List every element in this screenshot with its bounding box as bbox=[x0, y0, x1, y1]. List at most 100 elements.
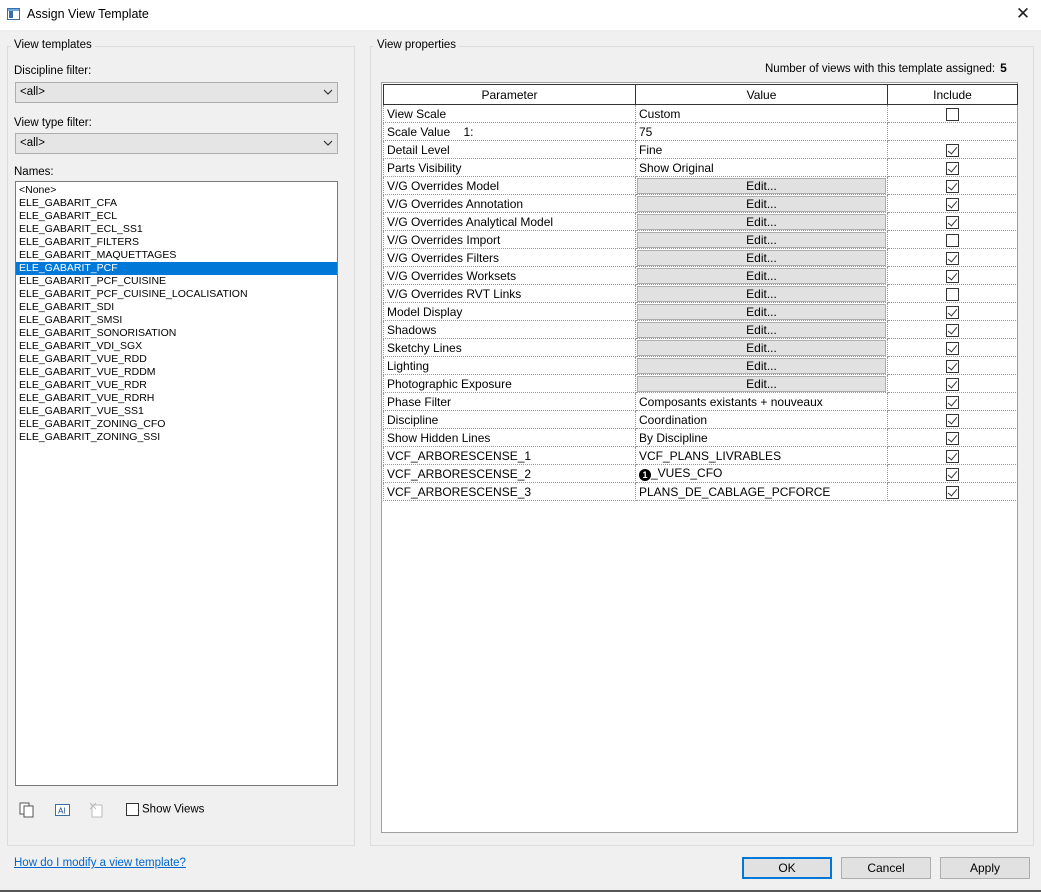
warning-badge-icon: 1 bbox=[639, 469, 651, 481]
value-cell[interactable]: Fine bbox=[635, 140, 888, 159]
value-text: _VUES_CFO bbox=[651, 466, 723, 480]
names-list-item[interactable]: ELE_GABARIT_VUE_RDD bbox=[16, 353, 337, 366]
edit-button[interactable]: Edit... bbox=[637, 357, 886, 374]
value-cell[interactable]: PLANS_DE_CABLAGE_PCFORCE bbox=[635, 482, 888, 501]
edit-button[interactable]: Edit... bbox=[637, 303, 886, 320]
names-list[interactable]: <None> ELE_GABARIT_CFA ELE_GABARIT_ECL ELE_… bbox=[15, 181, 338, 786]
duplicate-icon[interactable] bbox=[18, 801, 36, 819]
names-list-item[interactable]: ELE_GABARIT_FILTERS bbox=[16, 236, 337, 249]
include-cell bbox=[887, 176, 1018, 195]
view-properties-grid: Parameter Value Include View Scale Custom… bbox=[381, 82, 1018, 833]
include-cell bbox=[887, 158, 1018, 177]
include-checkbox[interactable] bbox=[946, 179, 959, 193]
parameter-cell: Shadows bbox=[383, 320, 636, 339]
edit-button[interactable]: Edit... bbox=[637, 339, 886, 356]
names-list-item[interactable]: ELE_GABARIT_ZONING_SSI bbox=[16, 431, 337, 444]
parameter-cell: V/G Overrides Model bbox=[383, 176, 636, 195]
value-cell[interactable]: Show Original bbox=[635, 158, 888, 177]
include-checkbox[interactable] bbox=[946, 143, 959, 157]
value-text: Custom bbox=[639, 106, 681, 121]
include-checkbox[interactable] bbox=[946, 323, 959, 337]
include-cell bbox=[887, 320, 1018, 339]
include-checkbox[interactable] bbox=[946, 467, 959, 481]
parameter-cell: View Scale bbox=[383, 104, 636, 123]
close-icon[interactable]: ✕ bbox=[1013, 4, 1033, 24]
value-cell[interactable]: Custom bbox=[635, 104, 888, 123]
table-row: V/G Overrides Import Edit... bbox=[383, 230, 1018, 249]
value-cell: Edit... bbox=[635, 266, 888, 285]
names-list-item[interactable]: ELE_GABARIT_SMSI bbox=[16, 314, 337, 327]
names-list-item[interactable]: ELE_GABARIT_VUE_SS1 bbox=[16, 405, 337, 418]
assigned-views-count-value: 5 bbox=[1000, 61, 1007, 75]
include-checkbox[interactable] bbox=[946, 449, 959, 463]
edit-button[interactable]: Edit... bbox=[637, 249, 886, 266]
include-checkbox[interactable] bbox=[946, 287, 959, 301]
include-checkbox[interactable] bbox=[946, 305, 959, 319]
include-checkbox[interactable] bbox=[946, 359, 959, 373]
help-link[interactable]: How do I modify a view template? bbox=[14, 857, 186, 869]
names-list-item[interactable]: ELE_GABARIT_ECL_SS1 bbox=[16, 223, 337, 236]
edit-button[interactable]: Edit... bbox=[637, 321, 886, 338]
names-list-item[interactable]: ELE_GABARIT_VUE_RDR bbox=[16, 379, 337, 392]
show-views-toggle[interactable]: Show Views bbox=[126, 803, 204, 816]
include-checkbox[interactable] bbox=[946, 233, 959, 247]
include-checkbox[interactable] bbox=[946, 269, 959, 283]
include-checkbox[interactable] bbox=[946, 107, 959, 121]
edit-button[interactable]: Edit... bbox=[637, 375, 886, 392]
include-checkbox[interactable] bbox=[946, 215, 959, 229]
names-list-item[interactable]: ELE_GABARIT_ZONING_CFO bbox=[16, 418, 337, 431]
names-list-item[interactable]: ELE_GABARIT_PCF bbox=[16, 262, 337, 275]
value-cell[interactable]: VCF_PLANS_LIVRABLES bbox=[635, 446, 888, 465]
discipline-filter-label: Discipline filter: bbox=[14, 65, 92, 77]
cancel-button[interactable]: Cancel bbox=[841, 857, 931, 879]
names-list-item[interactable]: <None> bbox=[16, 184, 337, 197]
table-row: Scale Value 1: 75 bbox=[383, 122, 1018, 141]
names-list-item[interactable]: ELE_GABARIT_VUE_RDRH bbox=[16, 392, 337, 405]
names-list-item[interactable]: ELE_GABARIT_MAQUETTAGES bbox=[16, 249, 337, 262]
names-list-item[interactable]: ELE_GABARIT_SONORISATION bbox=[16, 327, 337, 340]
edit-button[interactable]: Edit... bbox=[637, 267, 886, 284]
include-checkbox[interactable] bbox=[946, 161, 959, 175]
discipline-filter-select[interactable]: <all> bbox=[15, 82, 338, 103]
value-cell[interactable]: 1 _VUES_CFO bbox=[635, 464, 888, 483]
edit-button[interactable]: Edit... bbox=[637, 231, 886, 248]
include-checkbox[interactable] bbox=[946, 413, 959, 427]
names-list-item[interactable]: ELE_GABARIT_VUE_RDDM bbox=[16, 366, 337, 379]
include-checkbox[interactable] bbox=[946, 431, 959, 445]
include-checkbox[interactable] bbox=[946, 395, 959, 409]
value-cell[interactable]: By Discipline bbox=[635, 428, 888, 447]
value-cell[interactable]: Coordination bbox=[635, 410, 888, 429]
edit-button[interactable]: Edit... bbox=[637, 285, 886, 302]
value-text: Coordination bbox=[639, 412, 708, 427]
parameter-cell: Photographic Exposure bbox=[383, 374, 636, 393]
names-list-item[interactable]: ELE_GABARIT_SDI bbox=[16, 301, 337, 314]
parameter-cell: Lighting bbox=[383, 356, 636, 375]
show-views-checkbox[interactable] bbox=[126, 803, 139, 816]
names-list-item[interactable]: ELE_GABARIT_PCF_CUISINE_LOCALISATION bbox=[16, 288, 337, 301]
include-checkbox[interactable] bbox=[946, 251, 959, 265]
apply-button[interactable]: Apply bbox=[940, 857, 1030, 879]
edit-button[interactable]: Edit... bbox=[637, 177, 886, 194]
names-list-item[interactable]: ELE_GABARIT_ECL bbox=[16, 210, 337, 223]
edit-button[interactable]: Edit... bbox=[637, 195, 886, 212]
include-checkbox[interactable] bbox=[946, 341, 959, 355]
parameter-cell: Sketchy Lines bbox=[383, 338, 636, 357]
include-checkbox[interactable] bbox=[946, 197, 959, 211]
table-row: Parts Visibility Show Original bbox=[383, 158, 1018, 177]
include-checkbox[interactable] bbox=[946, 377, 959, 391]
names-list-item[interactable]: ELE_GABARIT_CFA bbox=[16, 197, 337, 210]
rename-icon[interactable]: AI bbox=[54, 801, 72, 819]
view-type-filter-select[interactable]: <all> bbox=[15, 133, 338, 154]
ok-button[interactable]: OK bbox=[742, 857, 832, 879]
parameter-cell: V/G Overrides Analytical Model bbox=[383, 212, 636, 231]
include-cell bbox=[887, 392, 1018, 411]
value-cell[interactable]: Composants existants + nouveaux bbox=[635, 392, 888, 411]
include-cell bbox=[887, 122, 1018, 141]
delete-icon[interactable] bbox=[88, 801, 106, 819]
include-cell bbox=[887, 482, 1018, 501]
edit-button[interactable]: Edit... bbox=[637, 213, 886, 230]
include-checkbox[interactable] bbox=[946, 485, 959, 499]
value-cell[interactable]: 75 bbox=[635, 122, 888, 141]
names-list-item[interactable]: ELE_GABARIT_VDI_SGX bbox=[16, 340, 337, 353]
names-list-item[interactable]: ELE_GABARIT_PCF_CUISINE bbox=[16, 275, 337, 288]
